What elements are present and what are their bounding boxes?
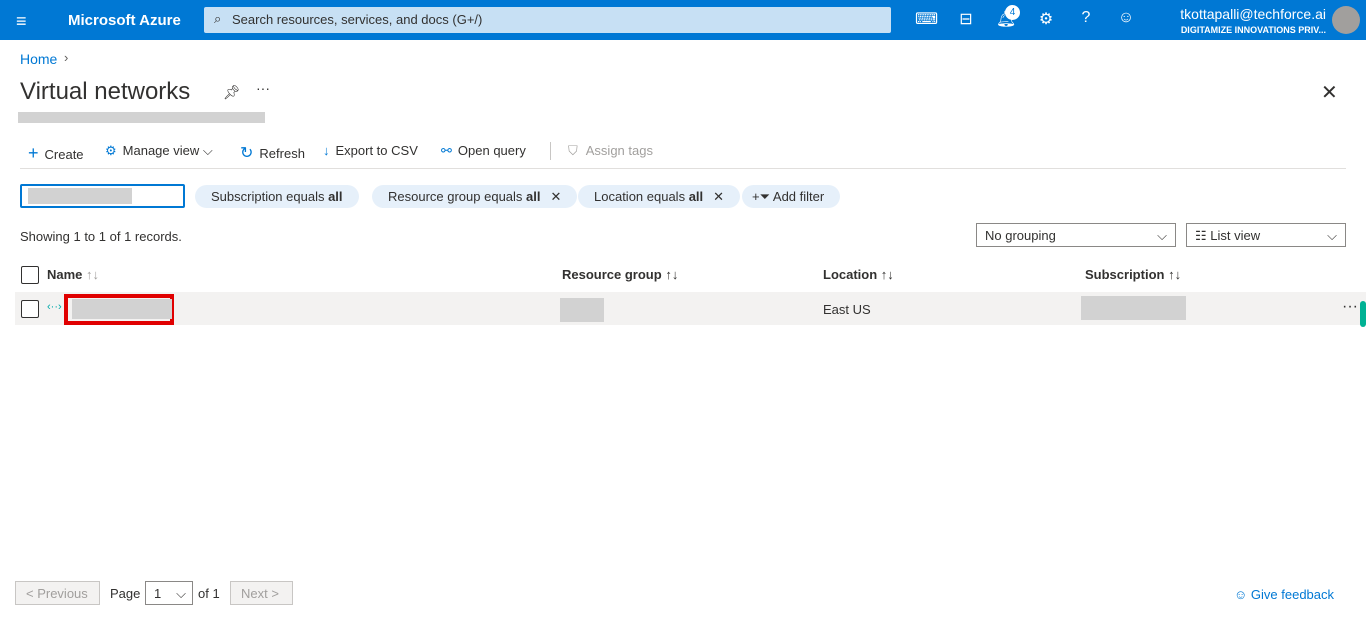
page-title: Virtual networks [20,78,191,105]
more-icon[interactable]: ··· [1342,298,1358,316]
chevron-right-icon: › [64,50,69,65]
refresh-button[interactable]: ↻ Refresh [240,143,305,163]
top-bar: ≡ Microsoft Azure ⌕ Search resources, ser… [0,0,1366,40]
export-csv-button[interactable]: ↓ Export to CSV [323,143,418,158]
list-icon: ☷ [1195,228,1207,243]
brand[interactable]: Microsoft Azure [68,12,181,29]
search-icon: ⌕ [214,11,222,26]
row-checkbox[interactable] [21,300,39,318]
next-button[interactable]: Next > [230,581,293,605]
page-label: Page [110,586,141,601]
page-total: of 1 [198,586,220,601]
feedback-icon[interactable]: ☺ [1115,9,1137,31]
divider [20,168,1346,169]
divider [550,142,551,160]
directory-filter-icon[interactable]: ⊟ [955,9,977,31]
menu-icon[interactable]: ≡ [16,11,27,32]
close-icon: ✕ [713,189,725,204]
search-input[interactable]: ⌕ Search resources, services, and docs (G… [204,7,891,33]
virtual-network-icon: ‹··› [47,301,62,313]
select-all-checkbox[interactable] [21,266,39,284]
pin-icon[interactable]: 📌︎ [223,84,241,101]
more-icon[interactable]: ··· [256,80,270,96]
gear-icon[interactable]: ⚙ [1035,9,1057,31]
records-count: Showing 1 to 1 of 1 records. [20,229,182,244]
account-menu[interactable]: tkottapalli@techforce.ai DIGITAMIZE INNO… [1180,6,1326,35]
search-placeholder: Search resources, services, and docs (G+… [232,12,483,27]
close-icon[interactable]: ✕ [1321,80,1338,105]
user-org: DIGITAMIZE INNOVATIONS PRIV... [1180,25,1326,35]
cloud-shell-icon[interactable]: ⌨ [915,9,938,31]
add-filter-button[interactable]: +⏷ Add filter [742,185,841,208]
manage-view-button[interactable]: ⚙ Manage view ⌵ [105,143,213,159]
filter-subscription[interactable]: Subscription equals all [195,185,359,208]
feedback-tab[interactable] [1360,301,1366,327]
column-location[interactable]: Location ↑↓ [823,267,894,282]
filter-location[interactable]: Location equals all ✕ [578,185,741,208]
open-query-button[interactable]: ⚯ Open query [441,143,526,159]
column-resource-group[interactable]: Resource group ↑↓ [562,267,678,282]
table-row[interactable]: ‹··› East US ··· [15,292,1366,327]
breadcrumb-home[interactable]: Home [20,51,57,67]
user-email: tkottapalli@techforce.ai [1180,6,1326,22]
filter-input[interactable] [20,184,185,208]
add-filter-icon: +⏷ [752,189,770,204]
column-name[interactable]: Name ↑↓ [47,267,99,282]
assign-tags-button[interactable]: ⛉ Assign tags [568,143,653,159]
location-cell: East US [823,302,871,317]
avatar[interactable] [1332,6,1360,34]
help-icon[interactable]: ? [1075,9,1097,31]
redacted-subscription [1081,296,1186,320]
feedback-icon: ☺ [1234,587,1248,602]
previous-button[interactable]: < Previous [15,581,100,605]
close-icon: ✕ [550,189,562,204]
grouping-dropdown[interactable]: No grouping ⌵ [976,223,1176,247]
redacted-resource-group [560,298,604,322]
redacted-subtitle [18,112,265,123]
create-button[interactable]: + Create [28,143,84,164]
page-dropdown[interactable]: 1 ⌵ [145,581,193,605]
column-subscription[interactable]: Subscription ↑↓ [1085,267,1181,282]
filter-resource-group[interactable]: Resource group equals all ✕ [372,185,578,208]
view-dropdown[interactable]: ☷ List view ⌵ [1186,223,1346,247]
highlight-box [64,294,174,325]
notification-badge: 4 [1005,5,1020,20]
give-feedback-link[interactable]: ☺ Give feedback [1234,587,1334,602]
